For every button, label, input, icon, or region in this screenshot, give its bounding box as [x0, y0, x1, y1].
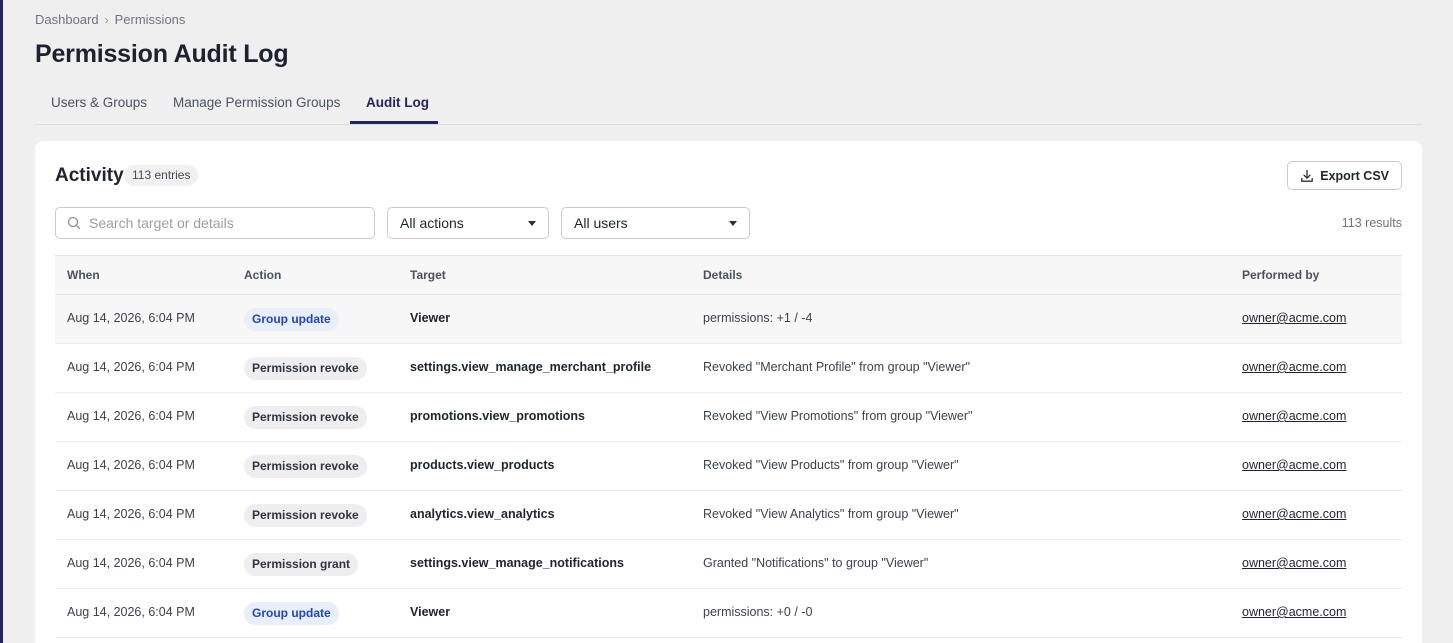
cell-target: promotions.view_promotions: [410, 409, 586, 423]
action-badge: Permission revoke: [244, 357, 367, 380]
cell-details: Revoked "View Products" from group "View…: [703, 458, 959, 472]
search-icon: [67, 216, 81, 230]
tab-audit-log[interactable]: Audit Log: [366, 95, 429, 110]
table-row: Aug 14, 2026, 6:04 PM Permission grant s…: [55, 540, 1402, 589]
entries-count-badge: 113 entries: [124, 165, 199, 186]
column-header-target: Target: [410, 268, 446, 282]
cell-target: Viewer: [410, 605, 451, 619]
action-badge: Group update: [244, 308, 339, 331]
performed-by-link[interactable]: owner@acme.com: [1242, 360, 1346, 374]
breadcrumb-dashboard[interactable]: Dashboard: [35, 12, 99, 27]
column-header-when: When: [67, 268, 100, 282]
page-title: Permission Audit Log: [35, 40, 289, 68]
action-filter-select[interactable]: All actions: [387, 207, 549, 239]
column-header-details: Details: [703, 268, 743, 282]
breadcrumb-permissions[interactable]: Permissions: [115, 12, 186, 27]
cell-target: settings.view_manage_notifications: [410, 556, 624, 570]
audit-log-table: When Action Target Details Performed by …: [55, 255, 1402, 638]
performed-by-link[interactable]: owner@acme.com: [1242, 409, 1346, 423]
cell-when: Aug 14, 2026, 6:04 PM: [67, 556, 195, 570]
action-badge: Group update: [244, 602, 339, 625]
table-row: Aug 14, 2026, 6:04 PM Permission revoke …: [55, 344, 1402, 393]
tab-manage-permission-groups[interactable]: Manage Permission Groups: [173, 95, 340, 110]
tab-users-groups[interactable]: Users & Groups: [51, 95, 147, 110]
table-row: Aug 14, 2026, 6:04 PM Permission revoke …: [55, 442, 1402, 491]
search-input[interactable]: [89, 215, 349, 231]
performed-by-link[interactable]: owner@acme.com: [1242, 458, 1346, 472]
performed-by-link[interactable]: owner@acme.com: [1242, 605, 1346, 619]
table-row: Aug 14, 2026, 6:04 PM Permission revoke …: [55, 393, 1402, 442]
search-field: [55, 207, 375, 239]
cell-details: Revoked "View Analytics" from group "Vie…: [703, 507, 959, 521]
results-count: 113 results: [1341, 216, 1402, 230]
cell-details: permissions: +1 / -4: [703, 311, 813, 325]
action-badge: Permission revoke: [244, 455, 367, 478]
action-badge: Permission revoke: [244, 504, 367, 527]
cell-details: Granted "Notifications" to group "Viewer…: [703, 556, 929, 570]
user-filter-value: All users: [574, 215, 628, 231]
export-csv-label: Export CSV: [1320, 168, 1389, 183]
activity-title: Activity: [55, 165, 124, 186]
caret-down-icon: [528, 220, 536, 226]
cell-when: Aug 14, 2026, 6:04 PM: [67, 605, 195, 619]
cell-target: Viewer: [410, 311, 451, 325]
cell-when: Aug 14, 2026, 6:04 PM: [67, 360, 195, 374]
cell-details: Revoked "View Promotions" from group "Vi…: [703, 409, 973, 423]
performed-by-link[interactable]: owner@acme.com: [1242, 556, 1346, 570]
cell-details: Revoked "Merchant Profile" from group "V…: [703, 360, 970, 374]
table-header: When Action Target Details Performed by: [55, 255, 1402, 295]
performed-by-link[interactable]: owner@acme.com: [1242, 507, 1346, 521]
table-row: Aug 14, 2026, 6:04 PM Group update Viewe…: [55, 589, 1402, 638]
active-tab-indicator: [350, 121, 438, 124]
column-header-performed-by: Performed by: [1242, 268, 1320, 282]
cell-details: permissions: +0 / -0: [703, 605, 813, 619]
cell-target: settings.view_manage_merchant_profile: [410, 360, 652, 374]
download-icon: [1301, 169, 1314, 182]
cell-when: Aug 14, 2026, 6:04 PM: [67, 311, 195, 325]
column-header-action: Action: [244, 268, 282, 282]
action-badge: Permission revoke: [244, 406, 367, 429]
breadcrumb: Dashboard › Permissions: [35, 12, 185, 27]
activity-card: Activity 113 entries Export CSV All acti…: [35, 141, 1422, 643]
table-row: Aug 14, 2026, 6:04 PM Permission revoke …: [55, 491, 1402, 540]
cell-when: Aug 14, 2026, 6:04 PM: [67, 458, 195, 472]
action-filter-value: All actions: [400, 215, 464, 231]
action-badge: Permission grant: [244, 553, 359, 576]
cell-when: Aug 14, 2026, 6:04 PM: [67, 507, 195, 521]
tab-bar: Users & Groups Manage Permission Groups …: [35, 84, 1422, 125]
performed-by-link[interactable]: owner@acme.com: [1242, 311, 1346, 325]
chevron-right-icon: ›: [104, 12, 109, 27]
table-row: Aug 14, 2026, 6:04 PM Group update Viewe…: [55, 295, 1402, 344]
cell-target: analytics.view_analytics: [410, 507, 555, 521]
export-csv-button[interactable]: Export CSV: [1287, 161, 1402, 190]
user-filter-select[interactable]: All users: [561, 207, 750, 239]
app-sidebar-edge: [0, 0, 3, 643]
cell-target: products.view_products: [410, 458, 555, 472]
cell-when: Aug 14, 2026, 6:04 PM: [67, 409, 195, 423]
caret-down-icon: [729, 220, 737, 226]
